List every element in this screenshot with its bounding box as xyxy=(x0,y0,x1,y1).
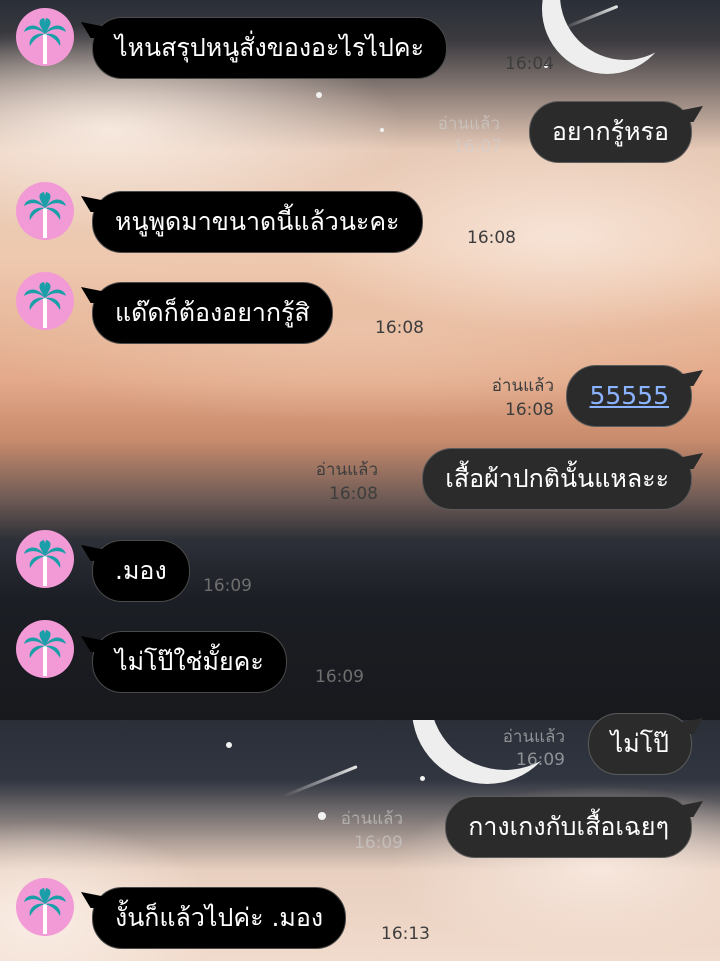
message-time: 16:04 xyxy=(505,54,554,74)
read-receipt: อ่านแล้ว xyxy=(315,460,378,480)
message-bubble-incoming[interactable]: งั้นก็แล้วไปค่ะ .มอง xyxy=(81,887,347,949)
palm-tree-icon xyxy=(24,18,66,64)
avatar[interactable] xyxy=(16,272,74,330)
message-bubble-incoming[interactable]: .มอง xyxy=(81,540,190,602)
star-decoration xyxy=(316,92,322,98)
message-text: หนูพูดมาขนาดนี้แล้วนะคะ xyxy=(115,207,400,236)
message-time: 16:09 xyxy=(354,833,403,853)
message-bubble-outgoing[interactable]: กางเกงกับเสื้อเฉยๆ xyxy=(445,796,703,858)
message-bubble-outgoing[interactable]: 55555 xyxy=(566,365,703,427)
star-decoration xyxy=(226,742,232,748)
message-time: 16:09 xyxy=(203,576,252,596)
star-decoration xyxy=(318,812,326,820)
star-decoration xyxy=(420,776,425,781)
palm-tree-icon xyxy=(24,540,66,586)
message-bubble-incoming[interactable]: ไหนสรุปหนูสั่งของอะไรไปคะ xyxy=(81,17,448,79)
moon-decoration xyxy=(560,0,690,60)
message-text: งั้นก็แล้วไปค่ะ .มอง xyxy=(115,903,324,932)
message-bubble-outgoing[interactable]: อยากรู้หรอ xyxy=(528,101,703,163)
message-text: ไหนสรุปหนูสั่งของอะไรไปคะ xyxy=(115,33,425,62)
message-time: 16:09 xyxy=(315,667,364,687)
read-receipt: อ่านแล้ว xyxy=(437,114,500,134)
palm-tree-icon xyxy=(24,192,66,238)
avatar[interactable] xyxy=(16,530,74,588)
avatar[interactable] xyxy=(16,620,74,678)
message-bubble-incoming[interactable]: หนูพูดมาขนาดนี้แล้วนะคะ xyxy=(81,191,423,253)
avatar[interactable] xyxy=(16,182,74,240)
message-time: 16:08 xyxy=(375,318,424,338)
message-bubble-outgoing[interactable]: เสื้อผ้าปกตินั้นแหละะ xyxy=(422,448,703,510)
message-text: ไม่โป๊ xyxy=(610,729,669,758)
message-time: 16:08 xyxy=(329,484,378,504)
palm-tree-icon xyxy=(24,888,66,934)
read-receipt: อ่านแล้ว xyxy=(502,727,565,747)
message-text: แด๊ดก็ต้องอยากรู้สิ xyxy=(115,298,310,327)
read-receipt: อ่านแล้ว xyxy=(340,809,403,829)
avatar[interactable] xyxy=(16,8,74,66)
message-time: 16:13 xyxy=(381,924,430,944)
message-time: 16:08 xyxy=(505,400,554,420)
message-link[interactable]: 55555 xyxy=(589,365,669,427)
message-bubble-outgoing[interactable]: ไม่โป๊ xyxy=(587,713,703,775)
star-decoration xyxy=(380,128,384,132)
shooting-star-decoration xyxy=(282,765,358,798)
message-text: อยากรู้หรอ xyxy=(551,117,669,146)
read-receipt: อ่านแล้ว xyxy=(491,376,554,396)
message-time: 16:08 xyxy=(467,228,516,248)
message-bubble-incoming[interactable]: แด๊ดก็ต้องอยากรู้สิ xyxy=(81,282,333,344)
palm-tree-icon xyxy=(24,282,66,328)
message-bubble-incoming[interactable]: ไม่โป๊ใช่มั้ยคะ xyxy=(81,631,287,693)
palm-tree-icon xyxy=(24,630,66,676)
message-text: เสื้อผ้าปกตินั้นแหละะ xyxy=(445,464,669,493)
message-text: ไม่โป๊ใช่มั้ยคะ xyxy=(115,647,264,676)
message-text: กางเกงกับเสื้อเฉยๆ xyxy=(468,812,669,841)
avatar[interactable] xyxy=(16,878,74,936)
message-text: .มอง xyxy=(115,556,167,585)
message-time: 16:09 xyxy=(516,750,565,770)
message-time: 16:07 xyxy=(453,137,502,157)
